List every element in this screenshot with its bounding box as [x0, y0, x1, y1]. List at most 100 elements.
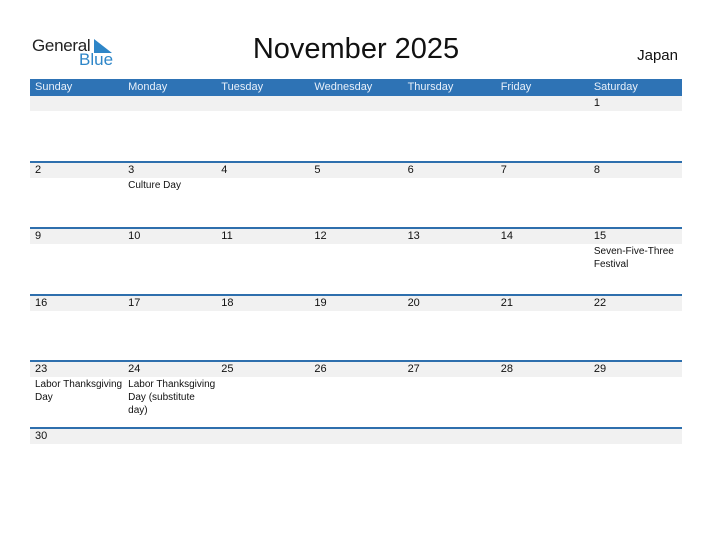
day-number: 24 [123, 362, 217, 377]
day-number [588, 428, 682, 444]
day-cell: 23 Labor Thanksgiving Day [30, 362, 124, 427]
holiday-label: Labor Thanksgiving Day (substitute day) [128, 379, 216, 416]
day-cell: 15 Seven-Five-Three Festival [588, 229, 682, 294]
day-cell [495, 96, 589, 161]
weekday-friday: Friday [500, 81, 532, 93]
day-number: 9 [30, 229, 124, 244]
day-number: 7 [495, 162, 589, 178]
day-cell: 9 [30, 229, 124, 294]
day-number [123, 96, 217, 111]
day-number: 10 [123, 229, 217, 244]
day-cell: 7 [495, 162, 589, 228]
day-number: 12 [309, 229, 403, 244]
day-cell: 3 Culture Day [123, 162, 217, 228]
day-number: 26 [309, 362, 403, 377]
day-cell: 17 [123, 295, 217, 361]
country-label: Japan [637, 47, 678, 64]
day-number: 17 [123, 295, 217, 311]
day-number: 11 [216, 229, 310, 244]
week-row: 30 [30, 426, 682, 494]
day-cell: 13 [402, 229, 496, 294]
day-cell: 14 [495, 229, 589, 294]
day-number: 23 [30, 362, 124, 377]
weekday-saturday: Saturday [593, 81, 638, 93]
day-cell: 29 [588, 362, 682, 427]
day-cell: 22 [588, 295, 682, 361]
day-number: 5 [309, 162, 403, 178]
day-number: 15 [588, 229, 682, 244]
day-cell: 28 [495, 362, 589, 427]
day-number: 28 [495, 362, 589, 377]
day-number [216, 96, 310, 111]
day-number [30, 96, 124, 111]
weekday-tuesday: Tuesday [221, 81, 264, 93]
day-number [309, 96, 403, 111]
day-cell: 21 [495, 295, 589, 361]
day-number: 30 [30, 428, 124, 444]
week-row: 1 [30, 96, 682, 161]
weekday-thursday: Thursday [407, 81, 454, 93]
day-cell [402, 96, 496, 161]
day-cell: 11 [216, 229, 310, 294]
holiday-label: Seven-Five-Three Festival [593, 246, 674, 270]
day-cell: 2 [30, 162, 124, 228]
day-cell: 18 [216, 295, 310, 361]
day-cell: 12 [309, 229, 403, 294]
day-number [495, 428, 589, 444]
calendar-grid: Sunday Monday Tuesday Wednesday Thursday Frid… [30, 79, 682, 493]
day-number: 13 [402, 229, 496, 244]
day-number [402, 428, 496, 444]
weekday-wednesday: Wednesday [314, 81, 373, 93]
day-number: 22 [588, 295, 682, 311]
day-cell [123, 96, 217, 161]
day-number: 1 [588, 96, 682, 111]
day-number: 14 [495, 229, 589, 244]
day-number: 6 [402, 162, 496, 178]
weekday-sunday: Sunday [35, 81, 73, 93]
day-cell [402, 428, 496, 494]
day-number: 25 [216, 362, 310, 377]
day-number [216, 428, 310, 444]
day-number: 21 [495, 295, 589, 311]
day-cell: 20 [402, 295, 496, 361]
day-number: 2 [30, 162, 124, 178]
day-number: 16 [30, 295, 124, 311]
day-cell [588, 428, 682, 494]
day-cell: 26 [309, 362, 403, 427]
page-title: November 2025 [252, 33, 460, 65]
day-cell: 27 [402, 362, 496, 427]
weekday-header: Sunday Monday Tuesday Wednesday Thursday Frid… [30, 79, 682, 96]
day-number: 3 [123, 162, 217, 178]
day-cell: 16 [30, 295, 124, 361]
day-number [309, 428, 403, 444]
day-cell: 24 Labor Thanksgiving Day (substitute day… [123, 362, 217, 427]
week-row: 2 3 Culture Day 4 5 6 7 8 [30, 160, 682, 228]
day-number [495, 96, 589, 111]
day-cell [309, 428, 403, 494]
day-cell: 1 [588, 96, 682, 161]
day-number: 4 [216, 162, 310, 178]
day-number: 27 [402, 362, 496, 377]
day-cell: 5 [309, 162, 403, 228]
week-row: 16 17 18 19 20 21 22 [30, 293, 682, 361]
holiday-label: Culture Day [128, 179, 181, 191]
day-cell: 8 [588, 162, 682, 228]
day-cell: 4 [216, 162, 310, 228]
weekday-monday: Monday [128, 81, 168, 93]
day-cell [123, 428, 217, 494]
holiday-label: Labor Thanksgiving Day [35, 379, 123, 403]
day-cell: 10 [123, 229, 217, 294]
day-cell: 30 [30, 428, 124, 494]
week-row: 9 10 11 12 13 14 15 Seven-Five-Three Festival [30, 227, 682, 294]
day-number [402, 96, 496, 111]
day-cell: 25 [216, 362, 310, 427]
day-cell [30, 96, 124, 161]
day-number: 20 [402, 295, 496, 311]
day-number: 8 [588, 162, 682, 178]
day-number: 18 [216, 295, 310, 311]
day-cell [216, 96, 310, 161]
day-cell [309, 96, 403, 161]
day-number: 19 [309, 295, 403, 311]
day-cell: 19 [309, 295, 403, 361]
day-number [123, 428, 217, 444]
